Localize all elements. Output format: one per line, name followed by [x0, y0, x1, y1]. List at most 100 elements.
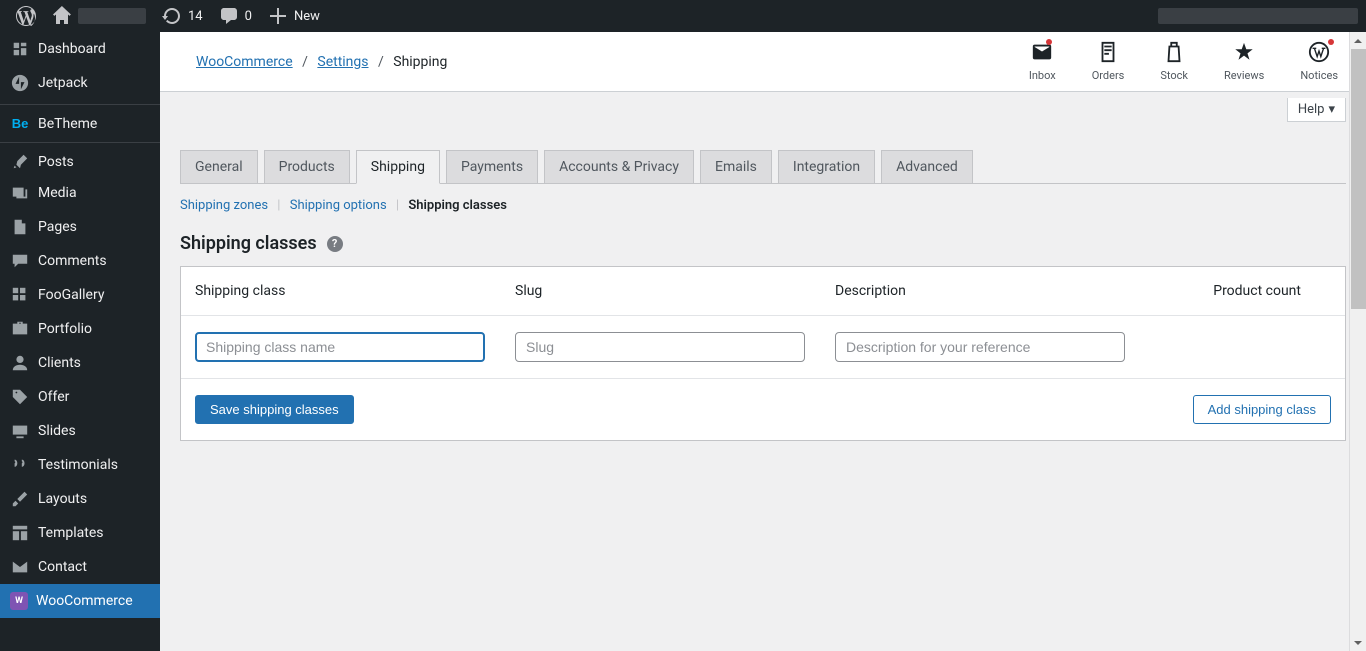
- sidebar-item-label: Media: [38, 185, 77, 201]
- comments-link[interactable]: 0: [211, 0, 260, 32]
- main-content: WooCommerce / Settings / Shipping Inbox …: [160, 32, 1366, 651]
- sidebar-item-testimonials[interactable]: Testimonials: [0, 448, 160, 482]
- new-label: New: [294, 9, 320, 24]
- dashboard-icon: [10, 39, 30, 59]
- sidebar-item-label: BeTheme: [38, 116, 97, 132]
- user-icon: [10, 353, 30, 373]
- sidebar-item-label: Clients: [38, 355, 81, 371]
- chevron-up-icon: [1353, 36, 1363, 46]
- refresh-icon: [162, 6, 182, 26]
- notification-dot: [1046, 39, 1052, 45]
- sidebar-item-dashboard[interactable]: Dashboard: [0, 32, 160, 66]
- shipping-class-slug-input[interactable]: [515, 332, 805, 362]
- comments-count: 0: [245, 9, 252, 24]
- sidebar-item-label: Pages: [38, 219, 77, 235]
- shipping-class-name-input[interactable]: [195, 332, 485, 362]
- sidebar-item-label: Portfolio: [38, 321, 92, 337]
- sidebar-item-label: Slides: [38, 423, 76, 439]
- breadcrumb-settings[interactable]: Settings: [317, 54, 368, 70]
- tab-payments[interactable]: Payments: [446, 150, 538, 183]
- breadcrumb: WooCommerce / Settings / Shipping: [196, 54, 447, 70]
- briefcase-icon: [10, 319, 30, 339]
- sidebar-item-contact[interactable]: Contact: [0, 550, 160, 584]
- sidebar-item-label: WooCommerce: [36, 593, 133, 609]
- jetpack-icon: [10, 73, 30, 93]
- settings-tabs: General Products Shipping Payments Accou…: [180, 150, 1346, 184]
- shipping-class-desc-input[interactable]: [835, 332, 1125, 362]
- admin-bar: 14 0 New: [0, 0, 1366, 32]
- home-link[interactable]: [44, 0, 154, 32]
- add-shipping-class-button[interactable]: Add shipping class: [1193, 395, 1331, 424]
- header-inbox[interactable]: Inbox: [1029, 41, 1056, 82]
- header-reviews[interactable]: Reviews: [1224, 41, 1264, 82]
- tag-icon: [10, 387, 30, 407]
- wordpress-icon: [1308, 41, 1330, 63]
- tab-integration[interactable]: Integration: [778, 150, 875, 183]
- help-tooltip-icon[interactable]: ?: [327, 236, 343, 252]
- header-notices[interactable]: Notices: [1300, 41, 1338, 82]
- plus-icon: [268, 6, 288, 26]
- sidebar-item-label: Testimonials: [38, 457, 118, 473]
- col-header-class: Shipping class: [195, 283, 515, 299]
- sidebar-item-templates[interactable]: Templates: [0, 516, 160, 550]
- header-orders[interactable]: Orders: [1092, 41, 1125, 82]
- sidebar-item-label: Offer: [38, 389, 69, 405]
- table-actions-row: Save shipping classes Add shipping class: [181, 379, 1345, 440]
- slides-icon: [10, 421, 30, 441]
- tab-products[interactable]: Products: [264, 150, 350, 183]
- sidebar-item-offer[interactable]: Offer: [0, 380, 160, 414]
- woocommerce-icon: W: [10, 592, 28, 610]
- save-shipping-classes-button[interactable]: Save shipping classes: [195, 395, 354, 424]
- scrollbar-thumb[interactable]: [1351, 49, 1366, 309]
- col-header-desc: Description: [835, 283, 1191, 299]
- wp-logo[interactable]: [8, 0, 44, 32]
- sub-navigation: Shipping zones | Shipping options | Ship…: [180, 198, 1346, 213]
- tab-shipping[interactable]: Shipping: [356, 150, 440, 184]
- tab-accounts-privacy[interactable]: Accounts & Privacy: [544, 150, 694, 183]
- sidebar-item-layouts[interactable]: Layouts: [0, 482, 160, 516]
- mail-icon: [10, 557, 30, 577]
- sidebar-item-betheme[interactable]: Be BeTheme: [0, 104, 160, 138]
- home-icon: [52, 6, 72, 26]
- sidebar-item-label: FooGallery: [38, 287, 104, 303]
- sidebar-item-label: Jetpack: [38, 75, 88, 91]
- sidebar-item-comments[interactable]: Comments: [0, 244, 160, 278]
- table-header-row: Shipping class Slug Description Product …: [181, 267, 1345, 316]
- updates-link[interactable]: 14: [154, 0, 211, 32]
- comment-icon: [219, 6, 239, 26]
- tab-general[interactable]: General: [180, 150, 258, 183]
- sidebar-item-pages[interactable]: Pages: [0, 210, 160, 244]
- sidebar-item-woocommerce[interactable]: W WooCommerce: [0, 584, 160, 618]
- quote-icon: [10, 455, 30, 475]
- sidebar-item-clients[interactable]: Clients: [0, 346, 160, 380]
- chevron-down-icon: [1353, 638, 1363, 648]
- tab-emails[interactable]: Emails: [700, 150, 772, 183]
- vertical-scrollbar[interactable]: [1349, 32, 1366, 651]
- scroll-up-button[interactable]: [1350, 32, 1366, 49]
- scroll-down-button[interactable]: [1350, 634, 1366, 651]
- admin-sidebar: Dashboard Jetpack BeBeTheme Posts Media …: [0, 32, 160, 651]
- betheme-icon: Be: [10, 114, 30, 134]
- stock-icon: [1163, 41, 1185, 63]
- user-menu-redacted[interactable]: [1158, 8, 1358, 24]
- sidebar-item-slides[interactable]: Slides: [0, 414, 160, 448]
- sidebar-item-label: Posts: [38, 154, 74, 170]
- col-header-count: Product count: [1191, 283, 1331, 299]
- subnav-zones[interactable]: Shipping zones: [180, 198, 268, 213]
- sidebar-item-label: Layouts: [38, 491, 87, 507]
- help-toggle[interactable]: Help▾: [1287, 98, 1346, 122]
- sidebar-item-foogallery[interactable]: FooGallery: [0, 278, 160, 312]
- sidebar-item-media[interactable]: Media: [0, 176, 160, 210]
- sidebar-item-portfolio[interactable]: Portfolio: [0, 312, 160, 346]
- sidebar-item-jetpack[interactable]: Jetpack: [0, 66, 160, 100]
- sidebar-item-label: Comments: [38, 253, 107, 269]
- new-link[interactable]: New: [260, 0, 328, 32]
- sidebar-item-posts[interactable]: Posts: [0, 142, 160, 176]
- breadcrumb-woocommerce[interactable]: WooCommerce: [196, 54, 293, 70]
- tab-advanced[interactable]: Advanced: [881, 150, 973, 183]
- subnav-options[interactable]: Shipping options: [290, 198, 387, 213]
- breadcrumb-current: Shipping: [393, 54, 447, 70]
- header-stock[interactable]: Stock: [1160, 41, 1188, 82]
- template-icon: [10, 523, 30, 543]
- star-icon: [1233, 41, 1255, 63]
